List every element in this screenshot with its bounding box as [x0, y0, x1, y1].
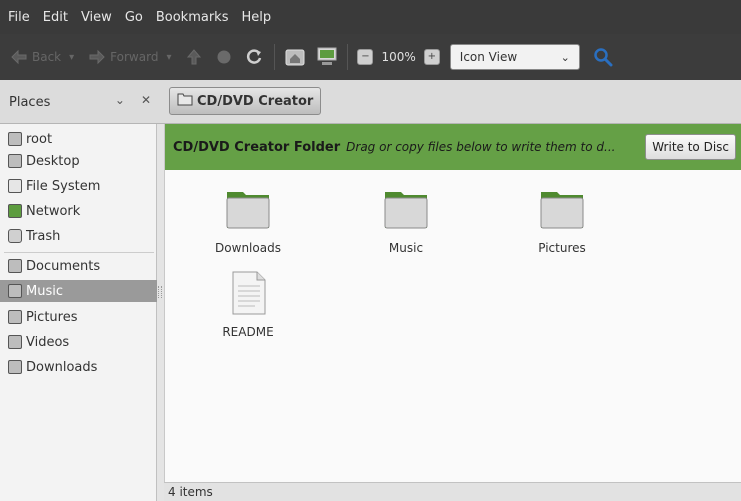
menubar: File Edit View Go Bookmarks Help: [0, 0, 741, 34]
pane-resize-handle[interactable]: [157, 124, 164, 501]
sidebar-item-music[interactable]: Music: [0, 280, 157, 302]
menu-file[interactable]: File: [8, 10, 30, 25]
folder-icon: [540, 192, 584, 229]
places-header: Places ⌄ ✕: [0, 80, 163, 124]
sidebar-item-label: Videos: [26, 334, 70, 350]
sidebar-item-downloads[interactable]: Downloads: [0, 356, 157, 378]
desktop-folder-icon: [8, 154, 22, 168]
videos-folder-icon: [8, 335, 22, 349]
downloads-folder-icon: [8, 360, 22, 374]
menu-view[interactable]: View: [81, 10, 112, 25]
folder-icon: [177, 92, 193, 110]
sidebar-item-network[interactable]: Network: [0, 200, 157, 222]
menu-bookmarks[interactable]: Bookmarks: [156, 10, 229, 25]
forward-label: Forward: [110, 50, 159, 64]
write-to-disc-button[interactable]: Write to Disc: [645, 134, 736, 160]
folder-icon: [226, 192, 270, 229]
computer-icon[interactable]: [316, 46, 338, 68]
places-dropdown-chevron-icon[interactable]: ⌄: [115, 93, 125, 107]
harddisk-icon: [8, 179, 22, 193]
music-folder-icon: [8, 284, 22, 298]
back-history-chevron-icon[interactable]: ▾: [69, 52, 74, 63]
status-text: 4 items: [168, 485, 213, 499]
sidebar-item-label: root: [26, 131, 53, 147]
sidebar-item-label: Music: [26, 283, 63, 299]
zoom-in-icon[interactable]: +: [423, 49, 440, 65]
resize-grip-icon: [158, 286, 162, 298]
places-title: Places: [9, 94, 51, 110]
sidebar-item-documents[interactable]: Documents: [0, 255, 157, 277]
view-mode-select[interactable]: Icon View ⌄: [449, 44, 580, 70]
back-button[interactable]: Back ▾: [8, 46, 74, 68]
file-item-label: Pictures: [538, 241, 586, 255]
trash-icon: [8, 229, 22, 243]
file-item-label: Music: [388, 241, 424, 255]
toolbar-separator: [274, 44, 276, 70]
banner-title: CD/DVD Creator Folder: [173, 139, 341, 155]
reload-icon[interactable]: [243, 46, 265, 68]
back-label: Back: [32, 50, 62, 64]
documents-folder-icon: [8, 259, 22, 273]
sidebar-item-pictures[interactable]: Pictures: [0, 306, 157, 328]
menu-help[interactable]: Help: [241, 10, 271, 25]
sidebar-item-desktop[interactable]: Desktop: [0, 150, 157, 172]
forward-history-chevron-icon[interactable]: ▾: [166, 52, 171, 63]
up-arrow-icon[interactable]: [183, 46, 205, 68]
document-icon: [232, 271, 266, 315]
stop-icon[interactable]: [213, 46, 235, 68]
home-folder-icon: [8, 132, 22, 146]
sidebar-item-label: Downloads: [26, 359, 98, 375]
file-item-label: README: [222, 325, 274, 339]
file-item-pictures[interactable]: Pictures: [517, 186, 607, 255]
menu-go[interactable]: Go: [125, 10, 143, 25]
path-button-label: CD/DVD Creator: [197, 93, 314, 109]
cd-creator-banner: CD/DVD Creator Folder Drag or copy files…: [165, 124, 741, 170]
toolbar-separator: [347, 44, 349, 70]
banner-message: Drag or copy files below to write them t…: [346, 140, 616, 154]
file-item-readme[interactable]: README: [203, 270, 293, 339]
sidebar-item-file-system[interactable]: File System: [0, 175, 157, 197]
file-item-downloads[interactable]: Downloads: [203, 186, 293, 255]
chevron-down-icon: ⌄: [560, 50, 570, 64]
file-item-music[interactable]: Music: [361, 186, 451, 255]
home-icon[interactable]: [284, 46, 306, 68]
sidebar-item-label: Trash: [26, 228, 61, 244]
sidebar-item-label: Pictures: [26, 309, 78, 325]
view-mode-value: Icon View: [459, 50, 518, 64]
network-icon: [8, 204, 22, 218]
forward-arrow-icon: [86, 46, 108, 68]
sidebar-item-trash[interactable]: Trash: [0, 225, 157, 247]
places-sidebar: root Desktop File System Network Trash D…: [0, 124, 157, 501]
menu-edit[interactable]: Edit: [43, 10, 68, 25]
zoom-level: 100%: [381, 50, 416, 64]
toolbar: Back ▾ Forward ▾ − 100% + Icon View ⌄: [0, 34, 741, 80]
status-bar: 4 items: [164, 482, 741, 501]
sidebar-item-label: Network: [26, 203, 81, 219]
path-button-cd-dvd-creator[interactable]: CD/DVD Creator: [169, 87, 322, 115]
sidebar-item-label: File System: [26, 178, 101, 194]
sidebar-separator: [4, 252, 154, 253]
sidebar-item-root[interactable]: root: [0, 128, 157, 150]
file-item-label: Downloads: [215, 241, 281, 255]
sidebar-item-videos[interactable]: Videos: [0, 331, 157, 353]
sidebar-item-label: Desktop: [26, 153, 80, 169]
forward-button[interactable]: Forward ▾: [86, 46, 171, 68]
sidebar-item-label: Documents: [26, 258, 101, 274]
search-icon[interactable]: [592, 46, 614, 68]
folder-icon: [384, 192, 428, 229]
pictures-folder-icon: [8, 310, 22, 324]
location-bar: Places ⌄ ✕ CD/DVD Creator: [0, 80, 741, 124]
zoom-out-icon[interactable]: −: [357, 49, 374, 65]
back-arrow-icon: [8, 46, 30, 68]
close-sidebar-icon[interactable]: ✕: [141, 93, 151, 107]
file-view: CD/DVD Creator Folder Drag or copy files…: [164, 124, 741, 482]
